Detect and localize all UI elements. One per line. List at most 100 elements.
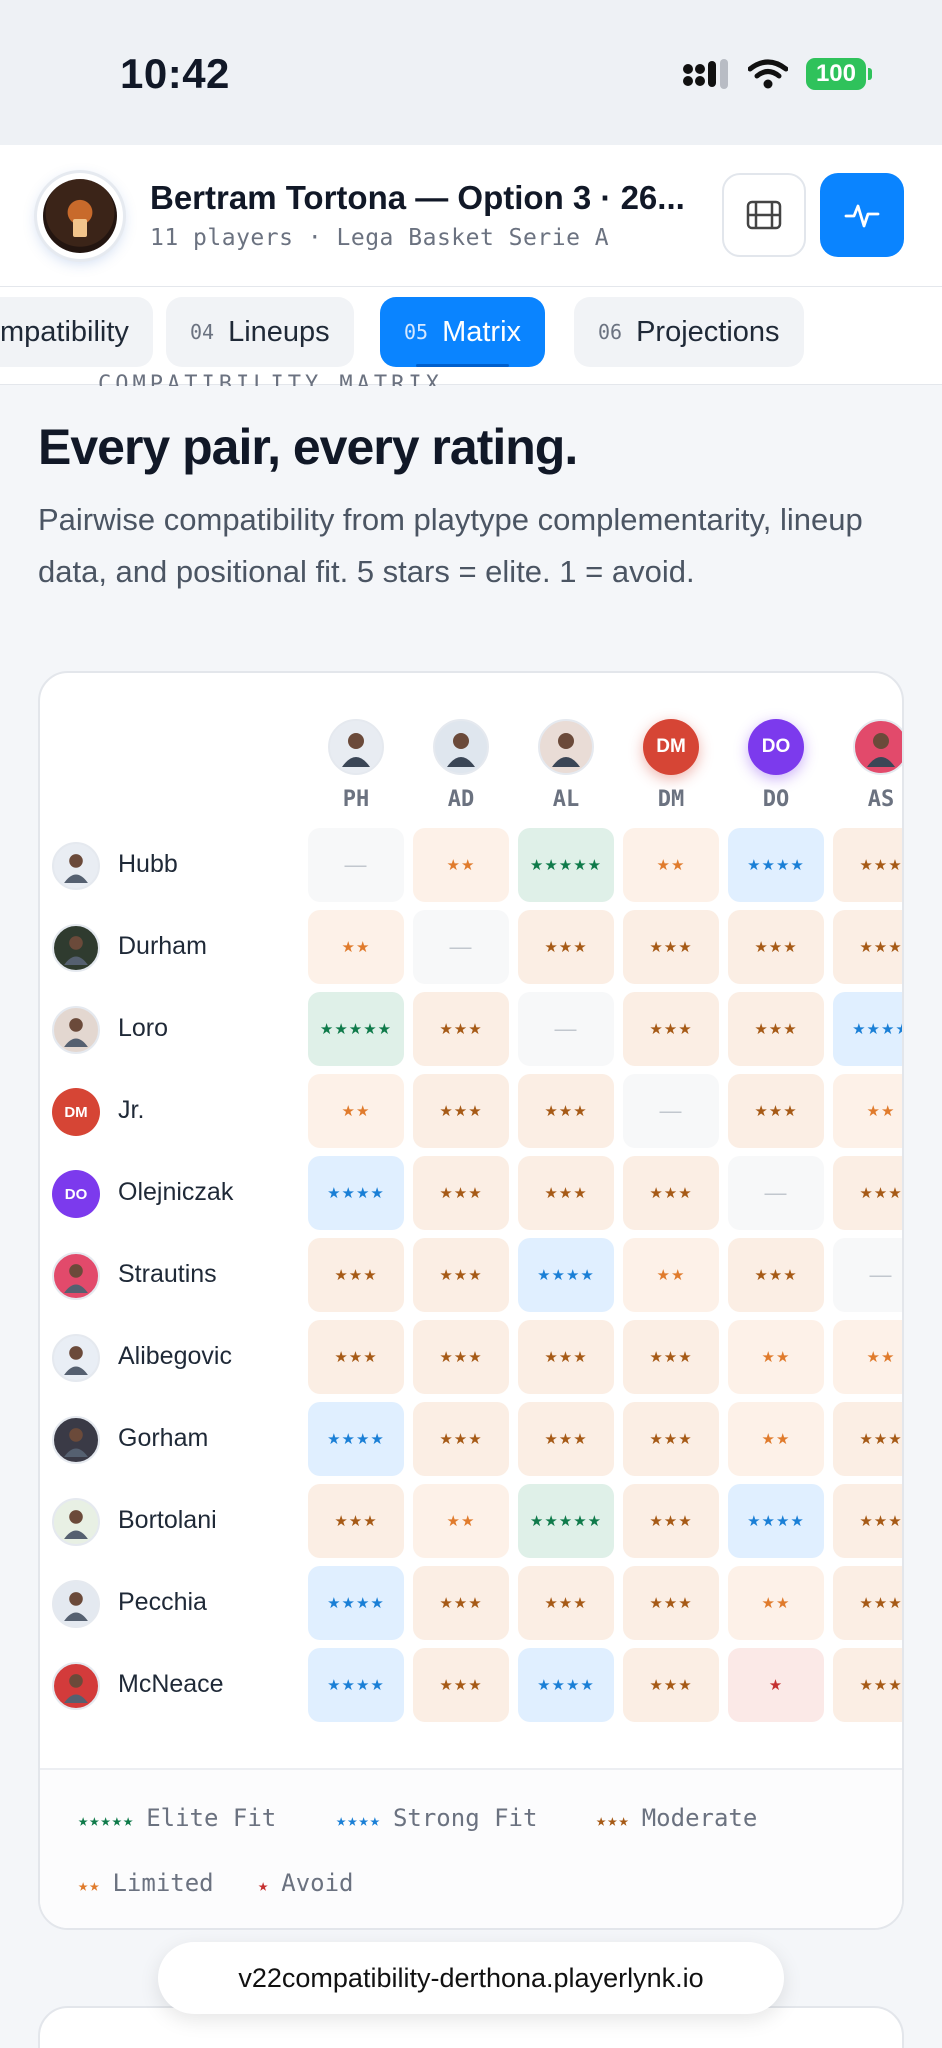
rating-cell[interactable]: ★★★ (833, 1484, 902, 1558)
rating-cell[interactable]: — (728, 1156, 824, 1230)
rating-cell[interactable]: ★★★ (518, 1074, 614, 1148)
rating-cell[interactable]: ★★★★ (518, 1648, 614, 1722)
avatar (328, 719, 384, 775)
rating-cell[interactable]: ★★★★ (728, 828, 824, 902)
tab-label: mpatibility (0, 315, 129, 348)
rating-cell[interactable]: ★★ (413, 1484, 509, 1558)
rating-cell[interactable]: ★★ (728, 1320, 824, 1394)
rating-cell[interactable]: ★★★ (623, 1648, 719, 1722)
rating-cell[interactable]: — (308, 828, 404, 902)
rating-cell[interactable]: ★★★★ (308, 1402, 404, 1476)
rating-cell[interactable]: ★★ (623, 828, 719, 902)
player-name: Strautins (118, 1260, 217, 1288)
rating-cell[interactable]: ★★ (833, 1320, 902, 1394)
tab-matrix[interactable]: 05 Matrix (380, 297, 546, 367)
matrix-legend: ★★★★★ Elite Fit ★★★★ Strong Fit ★★★ Moderat… (40, 1768, 902, 1928)
matrix-row: Pecchia ★★★★ ★★★ ★★★ ★★★ ★★ ★★★ (40, 1566, 902, 1642)
legend-item-elite: ★★★★★ Elite Fit (78, 1804, 276, 1832)
rating-cell[interactable]: ★★★ (623, 992, 719, 1066)
rating-cell[interactable]: ★★★ (413, 1402, 509, 1476)
rating-cell[interactable]: ★★★★ (728, 1484, 824, 1558)
rating-cell[interactable]: ★★★ (308, 1484, 404, 1558)
rating-cell[interactable]: ★★★★ (308, 1566, 404, 1640)
tab-compatibility[interactable]: mpatibility (0, 297, 153, 367)
rating-cell[interactable]: — (833, 1238, 902, 1312)
rating-cell[interactable]: ★★★ (623, 1402, 719, 1476)
rating-cell[interactable]: ★★ (413, 828, 509, 902)
rating-cell[interactable]: ★★★ (833, 1566, 902, 1640)
page-subtitle: 11 players · Lega Basket Serie A (150, 225, 610, 251)
rating-cell[interactable]: ★★★ (833, 1402, 902, 1476)
rating-cell[interactable]: ★★★★★ (518, 828, 614, 902)
signal-icon (682, 59, 728, 89)
rating-cell[interactable]: ★★★ (518, 910, 614, 984)
legend-stars: ★★★★★ (78, 1811, 135, 1831)
rating-cell[interactable]: ★★★ (623, 1320, 719, 1394)
rating-cell[interactable]: ★★★★★ (518, 1484, 614, 1558)
rating-cell[interactable]: ★★ (308, 1074, 404, 1148)
rating-cell[interactable]: — (413, 910, 509, 984)
tab-label: Projections (636, 315, 780, 348)
section-tabs: mpatibility 04 Lineups 05 Matrix 06 Proj… (0, 287, 942, 385)
rating-cell[interactable]: ★★★ (623, 910, 719, 984)
rating-cell[interactable]: ★★★ (413, 1320, 509, 1394)
rating-cell[interactable]: ★★ (308, 910, 404, 984)
rating-cell[interactable]: ★★ (728, 1566, 824, 1640)
rating-cell[interactable]: ★★★ (728, 1238, 824, 1312)
rating-cell[interactable]: ★★★ (833, 828, 902, 902)
rating-cell[interactable]: ★★★★ (308, 1648, 404, 1722)
rating-cell[interactable]: ★★ (833, 1074, 902, 1148)
rating-cell[interactable]: ★★★ (728, 992, 824, 1066)
rating-cell[interactable]: ★★★ (413, 1074, 509, 1148)
rating-cell[interactable]: ★★★ (518, 1320, 614, 1394)
rating-cell[interactable]: ★★★ (413, 1648, 509, 1722)
rating-cell[interactable]: ★★★ (308, 1320, 404, 1394)
rating-cell[interactable]: ★ (728, 1648, 824, 1722)
rating-cell[interactable]: — (623, 1074, 719, 1148)
rating-cell[interactable]: ★★★★ (833, 992, 902, 1066)
rating-cell[interactable]: ★★ (728, 1402, 824, 1476)
section-title: Every pair, every rating. (38, 419, 578, 475)
film-button[interactable] (722, 173, 806, 257)
rating-cell[interactable]: ★★★ (623, 1156, 719, 1230)
column-header-do: DO DO (728, 719, 824, 812)
rating-cell[interactable]: ★★★ (623, 1484, 719, 1558)
rating-cell[interactable]: ★★★ (728, 910, 824, 984)
rating-cell[interactable]: ★★★★★ (308, 992, 404, 1066)
rating-cell[interactable]: ★★★ (623, 1566, 719, 1640)
tab-lineups[interactable]: 04 Lineups (166, 297, 354, 367)
rating-cell[interactable]: ★★★ (518, 1566, 614, 1640)
rating-cell[interactable]: ★★★★ (518, 1238, 614, 1312)
rating-cell[interactable]: — (518, 992, 614, 1066)
rating-cell[interactable]: ★★★ (833, 1648, 902, 1722)
matrix-row: Gorham ★★★★ ★★★ ★★★ ★★★ ★★ ★★★ (40, 1402, 902, 1478)
legend-label: Avoid (281, 1869, 354, 1897)
matrix-row: Bortolani ★★★ ★★ ★★★★★ ★★★ ★★★★ ★★★ (40, 1484, 902, 1560)
player-name: Bortolani (118, 1506, 217, 1534)
rating-cell[interactable]: ★★★ (308, 1238, 404, 1312)
player-name: McNeace (118, 1670, 224, 1698)
team-logo[interactable] (37, 173, 123, 259)
avatar (52, 1252, 100, 1300)
rating-cell[interactable]: ★★★ (413, 1238, 509, 1312)
rating-cell[interactable]: ★★★ (413, 1156, 509, 1230)
tab-projections[interactable]: 06 Projections (574, 297, 804, 367)
rating-cell[interactable]: ★★★ (833, 1156, 902, 1230)
rating-cell[interactable]: ★★★ (833, 910, 902, 984)
rating-cell[interactable]: ★★★ (413, 992, 509, 1066)
legend-item-avoid: ★ Avoid (258, 1869, 354, 1897)
rating-cell[interactable]: ★★★ (518, 1156, 614, 1230)
matrix-row: Alibegovic ★★★ ★★★ ★★★ ★★★ ★★ ★★ (40, 1320, 902, 1396)
rating-cell[interactable]: ★★ (623, 1238, 719, 1312)
matrix-row: Durham ★★ — ★★★ ★★★ ★★★ ★★★ (40, 910, 902, 986)
url-bar[interactable]: v22compatibility-derthona.playerlynk.io (158, 1942, 784, 2014)
avatar (52, 1416, 100, 1464)
activity-button[interactable] (820, 173, 904, 257)
avatar (52, 1662, 100, 1710)
rating-cell[interactable]: ★★★ (728, 1074, 824, 1148)
rating-cell[interactable]: ★★★★ (308, 1156, 404, 1230)
column-header-al: AL (518, 719, 614, 812)
rating-cell[interactable]: ★★★ (413, 1566, 509, 1640)
rating-cell[interactable]: ★★★ (518, 1402, 614, 1476)
tab-number: 06 (598, 320, 623, 344)
